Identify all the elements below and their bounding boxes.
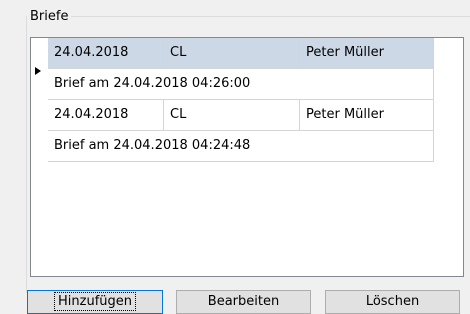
detail-cell[interactable]: Brief am 24.04.2018 04:24:48 [48,131,433,161]
date-cell[interactable]: 24.04.2018 [48,100,164,130]
row-header-column [31,38,48,276]
name-cell[interactable]: Peter Müller [300,100,433,130]
name-cell[interactable]: Peter Müller [300,38,433,68]
delete-button[interactable]: Löschen [325,290,460,314]
groupbox-title: Briefe [27,9,72,25]
detail-cell[interactable]: Brief am 24.04.2018 04:26:00 [48,69,433,99]
table-row-detail[interactable]: Brief am 24.04.2018 04:24:48 [48,131,434,162]
add-button[interactable]: Hinzufügen [27,290,163,314]
table-row[interactable]: 24.04.2018 CL Peter Müller [48,100,434,131]
table-row[interactable]: 24.04.2018 CL Peter Müller [48,38,434,69]
code-cell[interactable]: CL [164,100,300,130]
date-cell[interactable]: 24.04.2018 [48,38,164,68]
add-button-label: Hinzufügen [54,292,136,311]
edit-button[interactable]: Bearbeiten [176,290,311,314]
table-row-detail[interactable]: Brief am 24.04.2018 04:26:00 [48,69,434,100]
code-cell[interactable]: CL [164,38,300,68]
current-row-arrow-icon [35,67,41,75]
letters-grid[interactable]: 24.04.2018 CL Peter Müller Brief am 24.0… [30,37,464,277]
